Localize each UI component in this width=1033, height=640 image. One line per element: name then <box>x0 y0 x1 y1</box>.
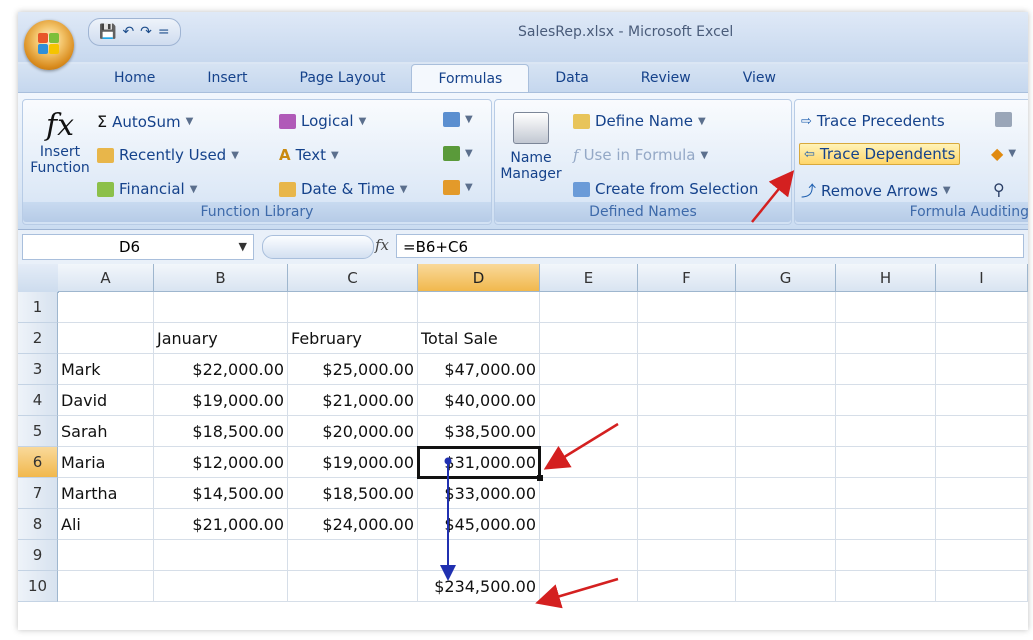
annotation-arrow-d10 <box>535 577 619 609</box>
annotation-arrow-ribbon <box>751 170 795 223</box>
annotation-arrow-d5 <box>543 422 619 470</box>
excel-window: 💾 ↶ ↷ = SalesRep.xlsx - Microsoft Excel … <box>18 12 1028 630</box>
office-logo-icon <box>38 33 60 55</box>
annotation-overlay <box>440 170 795 609</box>
office-button[interactable] <box>24 20 74 70</box>
